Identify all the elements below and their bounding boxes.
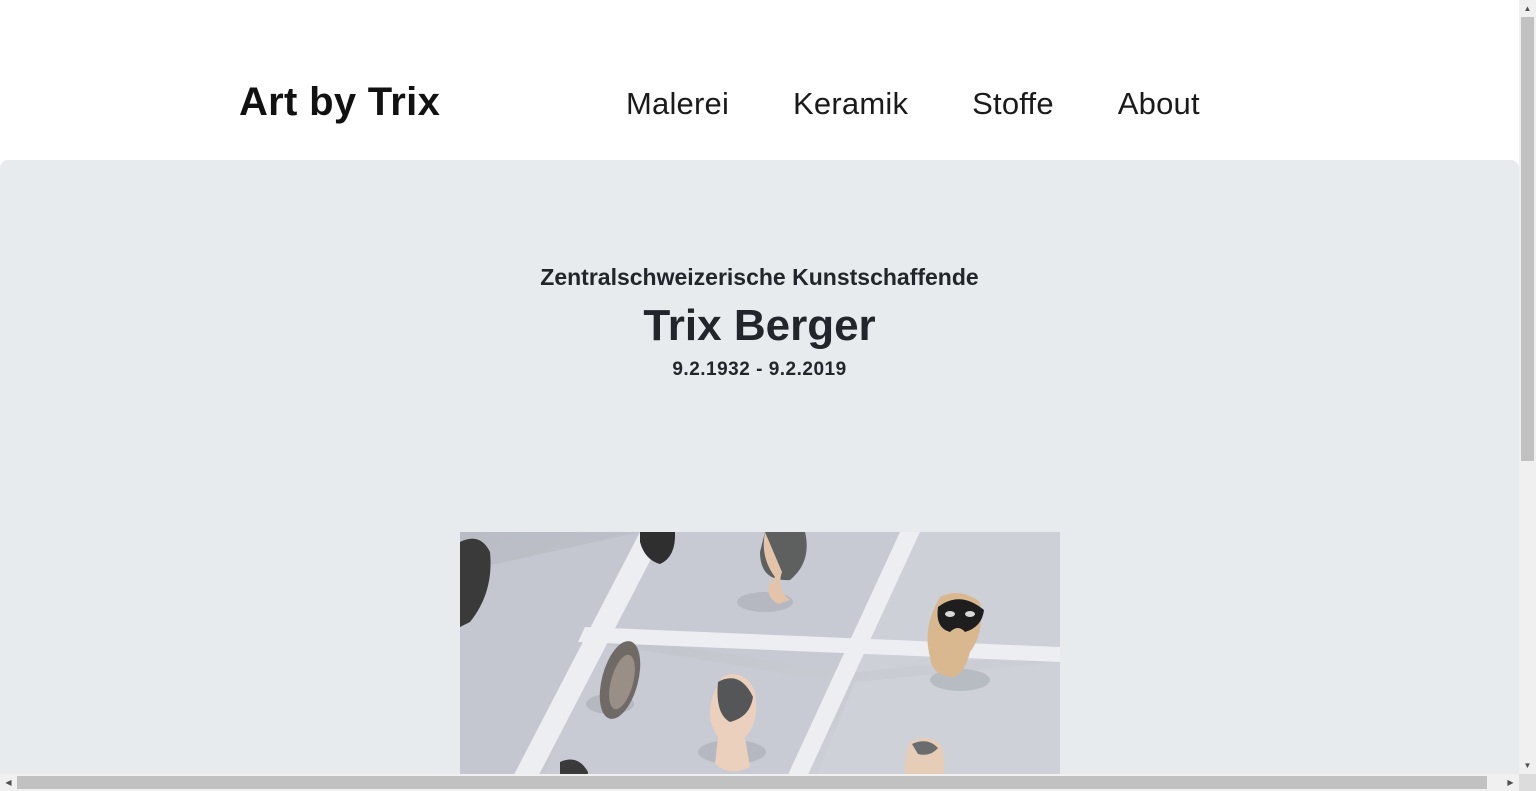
triangle-down-icon[interactable]: ▼ [1519,757,1536,774]
main-nav: Malerei Keramik Stoffe About [626,84,1200,124]
ceramic-heads-photo [460,532,1060,774]
site-logo-link[interactable]: Art by Trix [239,78,440,126]
nav-item-stoffe[interactable]: Stoffe [972,84,1054,124]
triangle-up-icon[interactable]: ▲ [1519,0,1536,17]
horizontal-scrollbar-thumb[interactable] [17,776,1487,789]
horizontal-scrollbar[interactable]: ◀ ▶ [0,774,1519,791]
hero-section: Zentralschweizerische Kunstschaffende Tr… [0,160,1519,774]
vertical-scrollbar-thumb[interactable] [1521,17,1534,461]
nav-item-malerei[interactable]: Malerei [626,84,729,124]
vertical-scrollbar[interactable]: ▲ ▼ [1519,0,1536,774]
hero-text: Zentralschweizerische Kunstschaffende Tr… [0,260,1519,384]
nav-item-keramik[interactable]: Keramik [793,84,908,124]
site-header: Art by Trix Malerei Keramik Stoffe About [0,0,1519,160]
ceramic-heads-image [460,532,1060,774]
hero-subtitle: Zentralschweizerische Kunstschaffende [540,264,979,290]
scrollbar-corner [1519,774,1536,791]
artist-dates: 9.2.1932 - 9.2.2019 [672,359,847,380]
nav-item-about[interactable]: About [1118,84,1200,124]
triangle-right-icon[interactable]: ▶ [1502,774,1519,791]
page-viewport: Art by Trix Malerei Keramik Stoffe About… [0,0,1519,774]
artist-name: Trix Berger [643,301,876,350]
triangle-left-icon[interactable]: ◀ [0,774,17,791]
